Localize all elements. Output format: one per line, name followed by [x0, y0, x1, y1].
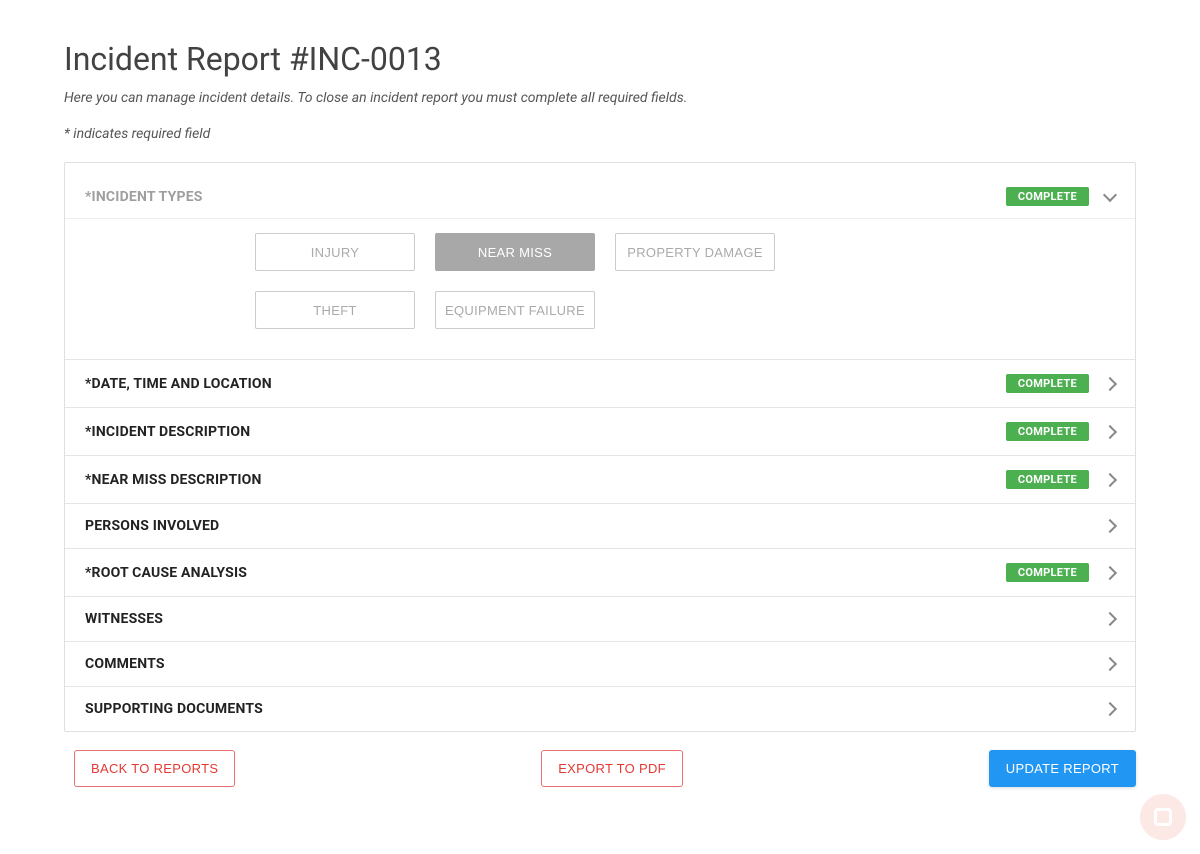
- section-title: *INCIDENT TYPES: [85, 189, 203, 205]
- status-badge: COMPLETE: [1006, 470, 1089, 489]
- page-subtitle: Here you can manage incident details. To…: [64, 90, 1136, 106]
- section-title: COMMENTS: [85, 656, 165, 672]
- footer-actions: BACK TO REPORTS EXPORT TO PDF UPDATE REP…: [64, 750, 1136, 787]
- help-fab[interactable]: [1140, 794, 1186, 840]
- section: PERSONS INVOLVED: [65, 504, 1135, 549]
- section-header-right: COMPLETE: [1006, 187, 1115, 206]
- chevron-right-icon: [1103, 657, 1117, 671]
- section-header-right: [1105, 704, 1115, 714]
- chevron-down-icon: [1103, 187, 1117, 201]
- section-title: SUPPORTING DOCUMENTS: [85, 701, 263, 717]
- section-title: PERSONS INVOLVED: [85, 518, 219, 534]
- section-header[interactable]: PERSONS INVOLVED: [65, 504, 1135, 548]
- status-badge: COMPLETE: [1006, 422, 1089, 441]
- required-field-note: * indicates required field: [64, 126, 1136, 142]
- chevron-right-icon: [1103, 519, 1117, 533]
- section-title: WITNESSES: [85, 611, 163, 627]
- section-header-right: [1105, 521, 1115, 531]
- section: WITNESSES: [65, 597, 1135, 642]
- section-header[interactable]: *DATE, TIME AND LOCATION COMPLETE: [65, 360, 1135, 407]
- incident-type-option[interactable]: NEAR MISS: [435, 233, 595, 271]
- section: *INCIDENT DESCRIPTION COMPLETE: [65, 408, 1135, 456]
- section-header[interactable]: *ROOT CAUSE ANALYSIS COMPLETE: [65, 549, 1135, 596]
- status-badge: COMPLETE: [1006, 187, 1089, 206]
- back-to-reports-button[interactable]: BACK TO REPORTS: [74, 750, 235, 787]
- incident-type-option[interactable]: EQUIPMENT FAILURE: [435, 291, 595, 329]
- chevron-right-icon: [1103, 376, 1117, 390]
- section-header-incident-types[interactable]: *INCIDENT TYPES COMPLETE: [65, 163, 1135, 218]
- section: SUPPORTING DOCUMENTS: [65, 687, 1135, 731]
- incident-type-option[interactable]: PROPERTY DAMAGE: [615, 233, 775, 271]
- section-title: *DATE, TIME AND LOCATION: [85, 376, 272, 392]
- status-badge: COMPLETE: [1006, 374, 1089, 393]
- update-report-button[interactable]: UPDATE REPORT: [989, 750, 1136, 787]
- section-header-right: COMPLETE: [1006, 470, 1115, 489]
- incident-type-option[interactable]: INJURY: [255, 233, 415, 271]
- section-incident-types: *INCIDENT TYPES COMPLETE INJURY NEAR MISS…: [65, 163, 1135, 360]
- section: *ROOT CAUSE ANALYSIS COMPLETE: [65, 549, 1135, 597]
- page-title: Incident Report #INC-0013: [64, 40, 1136, 78]
- incident-types-body: INJURY NEAR MISS PROPERTY DAMAGE THEFT EQUIP…: [65, 218, 1135, 359]
- chat-icon: [1154, 808, 1172, 826]
- chevron-right-icon: [1103, 702, 1117, 716]
- section: *DATE, TIME AND LOCATION COMPLETE: [65, 360, 1135, 408]
- incident-type-grid: INJURY NEAR MISS PROPERTY DAMAGE THEFT EQUIP…: [85, 233, 1115, 329]
- section-header-right: COMPLETE: [1006, 422, 1115, 441]
- chevron-right-icon: [1103, 612, 1117, 626]
- incident-type-option[interactable]: THEFT: [255, 291, 415, 329]
- section-title: *ROOT CAUSE ANALYSIS: [85, 565, 247, 581]
- chevron-right-icon: [1103, 424, 1117, 438]
- section: COMMENTS: [65, 642, 1135, 687]
- chevron-right-icon: [1103, 472, 1117, 486]
- export-to-pdf-button[interactable]: EXPORT TO PDF: [541, 750, 683, 787]
- incident-card: *INCIDENT TYPES COMPLETE INJURY NEAR MISS…: [64, 162, 1136, 732]
- section-header-right: COMPLETE: [1006, 563, 1115, 582]
- section: *NEAR MISS DESCRIPTION COMPLETE: [65, 456, 1135, 504]
- section-header[interactable]: WITNESSES: [65, 597, 1135, 641]
- section-header-right: [1105, 614, 1115, 624]
- section-header[interactable]: *NEAR MISS DESCRIPTION COMPLETE: [65, 456, 1135, 503]
- chevron-right-icon: [1103, 565, 1117, 579]
- section-title: *INCIDENT DESCRIPTION: [85, 424, 250, 440]
- section-header[interactable]: SUPPORTING DOCUMENTS: [65, 687, 1135, 731]
- section-title: *NEAR MISS DESCRIPTION: [85, 472, 262, 488]
- section-header-right: [1105, 659, 1115, 669]
- status-badge: COMPLETE: [1006, 563, 1089, 582]
- section-header[interactable]: *INCIDENT DESCRIPTION COMPLETE: [65, 408, 1135, 455]
- section-header[interactable]: COMMENTS: [65, 642, 1135, 686]
- section-header-right: COMPLETE: [1006, 374, 1115, 393]
